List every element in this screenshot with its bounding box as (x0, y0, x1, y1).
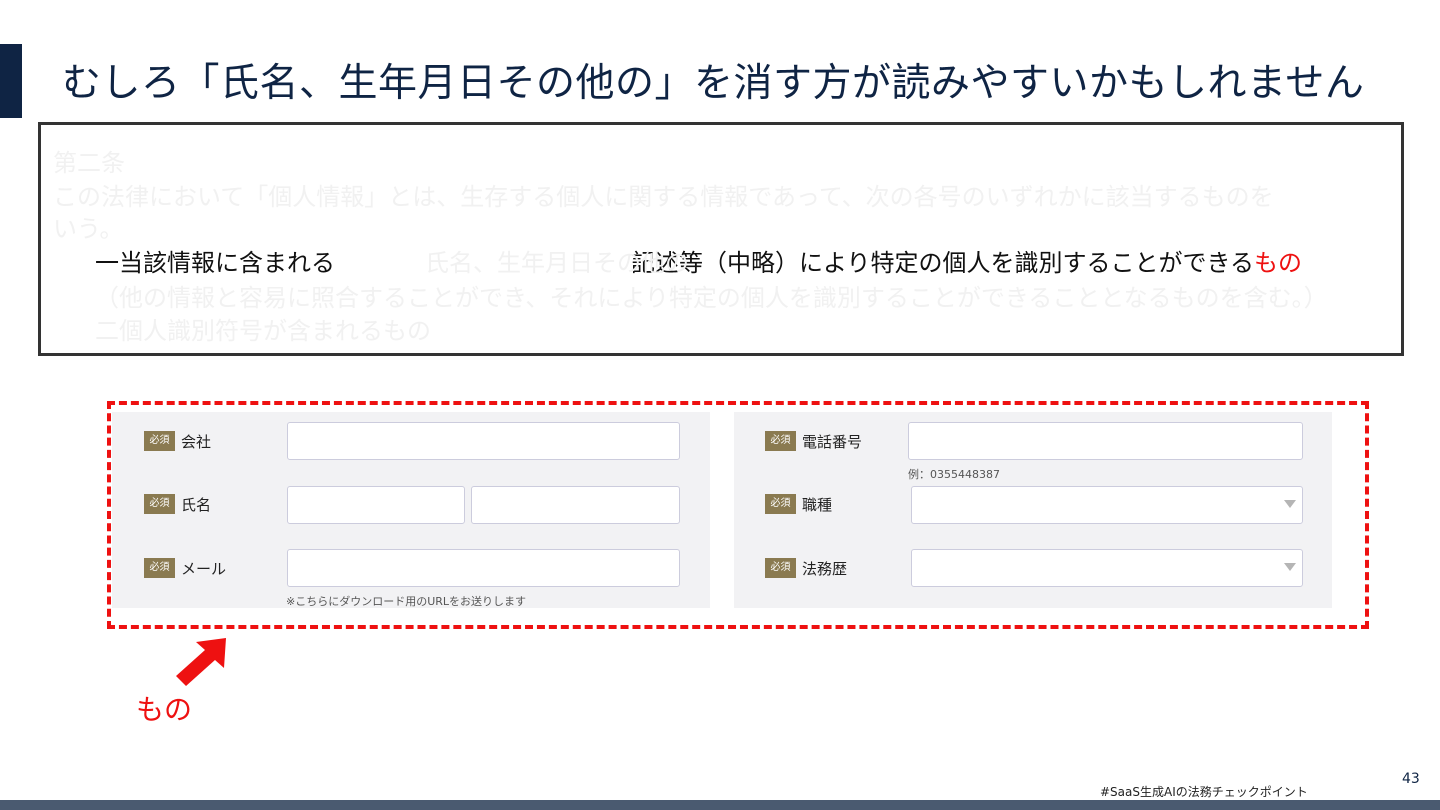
law-heading: 第二条 (53, 149, 125, 177)
slide-title: むしろ「氏名、生年月日その他の」を消す方が読みやすいかもしれません (62, 61, 1365, 106)
law-item-1-continuation: （他の情報と容易に照合することができ、それにより特定の個人を識別することができる… (95, 284, 1328, 312)
red-arrow-icon (172, 636, 230, 692)
page-number: 43 (1402, 771, 1420, 787)
law-item-1-middle: 記述等（中略）により特定の個人を識別することができる (631, 249, 1255, 277)
law-item-1-prefix: 一当該情報に含まれる (95, 249, 335, 277)
bottom-bar (0, 800, 1440, 810)
title-accent-bar (0, 44, 22, 118)
law-text-box: 第二条 この法律において「個人情報」とは、生存する個人に関する情報であって、次の… (38, 122, 1404, 356)
law-paragraph-line-2: いう。 (53, 215, 124, 243)
footer-hashtag: #SaaS生成AIの法務チェックポイント (1100, 785, 1308, 799)
law-paragraph-line-1: この法律において「個人情報」とは、生存する個人に関する情報であって、次の各号のい… (53, 183, 1274, 211)
red-dashed-highlight-frame (107, 401, 1369, 629)
law-item-1-highlight: もの (1254, 249, 1303, 277)
law-item-2: 二個人識別符号が含まれるもの (95, 317, 431, 345)
annotation-label: もの (136, 693, 193, 726)
law-item-1: 一当該情報に含まれる 記述等（中略）により特定の個人を識別することができるもの 氏… (95, 243, 1302, 278)
law-item-1-deleted-phrase: 氏名、生年月日その他の (425, 249, 689, 277)
